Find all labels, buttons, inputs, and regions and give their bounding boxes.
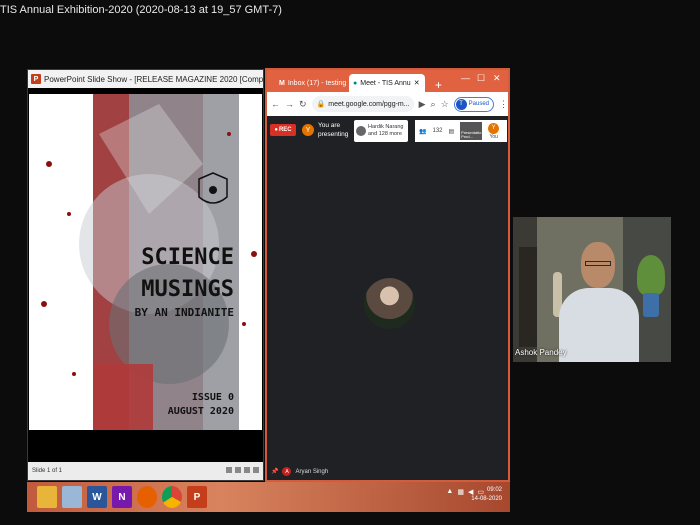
system-clock[interactable]: 09:02 14-08-2020 (471, 486, 502, 504)
recording-title: TIS Annual Exhibition-2020 (2020-08-13 a… (0, 4, 282, 16)
slide-counter: Slide 1 of 1 (32, 468, 63, 474)
profile-avatar: T (455, 98, 467, 110)
pin-icon[interactable]: 📌 (271, 468, 278, 475)
tab-gmail[interactable]: M Inbox (17) - testing ✕ (275, 74, 349, 92)
taskbar: W N P ▲ ▦ ◀ ▭ 09:02 14-08-2020 (27, 482, 510, 512)
person-body (559, 288, 639, 362)
reading-view-icon[interactable] (244, 467, 250, 473)
recording-badge: ● REC (270, 124, 296, 136)
chevron-up-icon[interactable]: ▲ (446, 488, 453, 496)
plant (637, 255, 665, 295)
you-label: You (489, 133, 498, 140)
magazine-cover-slide: SCIENCE MUSINGS BY AN INDIANITE ISSUE 0 … (29, 94, 262, 430)
maximize-icon[interactable]: ☐ (477, 73, 485, 84)
meet-bottom-bar: 📌 A Aryan Singh (267, 463, 508, 480)
network-icon[interactable]: ▦ (457, 488, 464, 496)
participants-summary: Hardik Narang and 128 more (368, 124, 404, 137)
tab-label: Inbox (17) - testing (287, 79, 347, 87)
meet-top-bar: ● REC Y You are presenting Hardik Narang… (267, 116, 508, 144)
address-bar[interactable]: 🔒 meet.google.com/pgg-m... (311, 96, 414, 112)
url-text: meet.google.com/pgg-m... (328, 100, 410, 108)
participant-thumbnail (356, 126, 366, 136)
active-speaker-name: Aryan Singh (295, 468, 329, 475)
forward-icon[interactable]: → (285, 99, 294, 109)
clock-time: 09:02 (486, 487, 502, 493)
webcam-tile: Ashok Pandey (513, 217, 671, 362)
chrome-icon[interactable] (162, 486, 182, 508)
file-explorer-icon[interactable] (37, 486, 57, 508)
you-avatar: Y (488, 122, 500, 134)
self-view-tile[interactable]: Presentatio Prod... (460, 122, 483, 140)
participants-summary-card[interactable]: Hardik Narang and 128 more (354, 120, 408, 142)
powerpoint-titlebar[interactable]: P PowerPoint Slide Show - [RELEASE MAGAZ… (28, 70, 263, 88)
profile-status: Paused (468, 101, 489, 107)
powerpoint-app-icon: P (31, 74, 41, 84)
people-icon[interactable]: 👥 (419, 128, 426, 135)
cover-month: AUGUST 2020 (168, 406, 234, 417)
cast-icon[interactable]: ▶ (419, 99, 426, 110)
cover-issue: ISSUE 0 (192, 392, 234, 403)
powerpoint-window[interactable]: P PowerPoint Slide Show - [RELEASE MAGAZ… (27, 69, 264, 481)
powerpoint-window-title: PowerPoint Slide Show - [RELEASE MAGAZIN… (44, 74, 263, 84)
tab-label: Meet - TIS Annu (360, 79, 411, 87)
zoom-icon[interactable]: ⌕ (431, 99, 436, 110)
meet-icon: ● (353, 79, 358, 87)
chrome-window[interactable]: M Inbox (17) - testing ✕ ● Meet - TIS An… (265, 68, 510, 482)
tab-strip: M Inbox (17) - testing ✕ ● Meet - TIS An… (267, 70, 508, 92)
record-dot-icon: ● (274, 127, 278, 133)
plant-pot (643, 293, 659, 317)
cover-title-line1: SCIENCE (141, 245, 234, 270)
firefox-icon[interactable] (137, 486, 157, 508)
cover-subtitle: BY AN INDIANITE (135, 306, 234, 319)
webcam-name-label: Ashok Pandey (515, 348, 567, 357)
participant-count: 132 (432, 128, 443, 134)
cover-text: SCIENCE MUSINGS BY AN INDIANITE ISSUE 0 … (135, 245, 234, 417)
close-icon[interactable]: ✕ (414, 79, 420, 87)
chat-icon[interactable]: ▤ (449, 128, 455, 135)
meet-controls: 👥 132 ▤ Presentatio Prod... Y You (415, 120, 507, 142)
clock-date: 14-08-2020 (471, 496, 502, 502)
webcam-person (551, 242, 639, 362)
bookmark-star-icon[interactable]: ☆ (441, 99, 449, 110)
sorter-view-icon[interactable] (235, 467, 241, 473)
menu-kebab-icon[interactable]: ⋮ (499, 99, 508, 110)
word-icon[interactable]: W (87, 486, 107, 508)
tab-meet[interactable]: ● Meet - TIS Annu ✕ (349, 74, 425, 92)
reload-icon[interactable]: ↻ (299, 99, 307, 110)
rec-label: REC (278, 127, 292, 133)
self-view-label: Presentatio Prod... (461, 130, 482, 139)
cover-title-line2: MUSINGS (141, 277, 234, 302)
presenting-status: You are presenting (318, 122, 349, 138)
slideshow-view-icon[interactable] (253, 467, 259, 473)
normal-view-icon[interactable] (226, 467, 232, 473)
back-icon[interactable]: ← (271, 99, 280, 109)
speaker-avatar: A (282, 467, 292, 476)
gmail-icon: M (279, 79, 285, 87)
view-controls[interactable] (226, 467, 259, 473)
bookshelf (519, 247, 537, 347)
notepad-icon[interactable] (62, 486, 82, 508)
onenote-icon[interactable]: N (112, 486, 132, 508)
close-window-icon[interactable]: ✕ (493, 73, 501, 84)
lock-icon: 🔒 (316, 101, 326, 108)
powerpoint-icon[interactable]: P (187, 486, 207, 508)
active-speaker-avatar[interactable] (364, 278, 415, 329)
presenter-avatar: Y (302, 124, 314, 136)
browser-toolbar: ← → ↻ 🔒 meet.google.com/pgg-m... ▶ ⌕ ☆ T… (267, 92, 508, 116)
minimize-icon[interactable]: — (461, 73, 470, 83)
glasses (585, 261, 611, 266)
powerpoint-statusbar: Slide 1 of 1 (28, 462, 263, 480)
profile-button[interactable]: T Paused (453, 96, 494, 112)
